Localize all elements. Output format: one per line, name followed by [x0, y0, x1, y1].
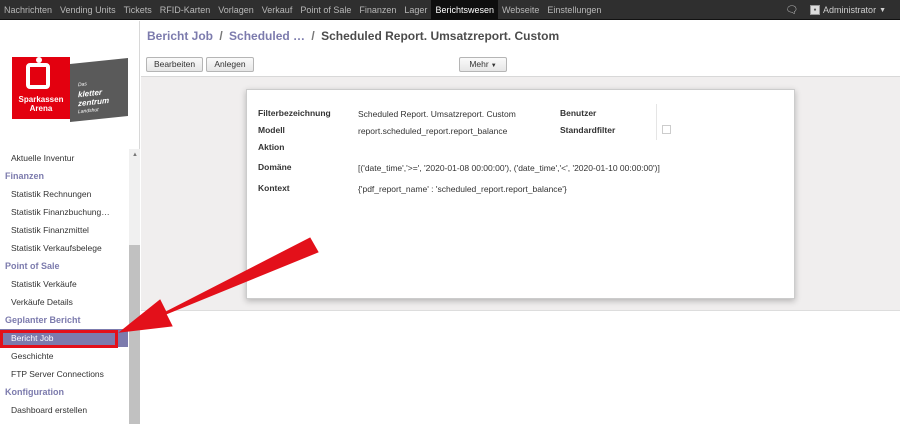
model-label: Modell — [258, 125, 285, 135]
highlight-box — [0, 330, 118, 348]
sidebar-menu: Aktuelle Inventur Finanzen Statistik Rechn… — [0, 149, 128, 424]
logo-brand-line1: Sparkassen — [18, 95, 64, 104]
menu-item-berichtswesen[interactable]: Berichtswesen — [431, 0, 498, 20]
sidebar-section-finanzen: Finanzen — [5, 171, 45, 181]
context-value: {'pdf_report_name' : 'scheduled_report.r… — [358, 184, 567, 194]
menu-item-lager[interactable]: Lager — [400, 0, 431, 20]
model-value: report.scheduled_report.report_balance — [358, 126, 508, 136]
edit-button[interactable]: Bearbeiten — [146, 57, 203, 72]
form-sheet: Filterbezeichnung Scheduled Report. Umsa… — [246, 89, 795, 299]
sidebar-section-point-of-sale: Point of Sale — [5, 261, 60, 271]
top-navigation-bar: Nachrichten Vending Units Tickets RFID-Kart… — [0, 0, 900, 20]
user-label: Benutzer — [560, 108, 597, 118]
breadcrumb-separator: / — [219, 29, 223, 43]
filter-name-label: Filterbezeichnung — [258, 108, 331, 118]
breadcrumb: Bericht Job / Scheduled … / Scheduled Re… — [147, 29, 559, 43]
logo-partner-text: Das kletter zentrum Landshut — [78, 78, 109, 117]
chat-bubbles-icon[interactable]: 🗨 — [785, 5, 798, 16]
sidebar-item-statistik-finanzmittel[interactable]: Statistik Finanzmittel — [0, 221, 128, 239]
user-name[interactable]: Administrator — [823, 5, 876, 15]
more-dropdown-button[interactable]: Mehr ▼ — [459, 57, 507, 72]
sidebar-item-verk-ufe-details[interactable]: Verkäufe Details — [0, 293, 128, 311]
more-button-label: Mehr — [469, 59, 489, 69]
action-label: Aktion — [258, 142, 285, 152]
default-filter-label: Standardfilter — [560, 125, 616, 135]
field-divider — [656, 104, 657, 140]
menu-item-finanzen[interactable]: Finanzen — [355, 0, 400, 20]
sidebar: Sparkassen Arena Das kletter zentrum Lan… — [0, 21, 140, 424]
menu-item-vorlagen[interactable]: Vorlagen — [214, 0, 258, 20]
sidebar-section-geplanter-bericht: Geplanter Bericht — [5, 315, 81, 325]
breadcrumb-separator: / — [311, 29, 315, 43]
company-logo[interactable]: Sparkassen Arena Das kletter zentrum Lan… — [12, 57, 128, 123]
logo-partner-sub: Landshut — [78, 107, 99, 116]
breadcrumb-link-scheduled[interactable]: Scheduled … — [229, 29, 305, 43]
default-filter-checkbox[interactable] — [662, 125, 671, 134]
menu-item-einstellungen[interactable]: Einstellungen — [543, 0, 605, 20]
sidebar-scrollbar-thumb[interactable] — [129, 245, 140, 424]
caret-down-icon: ▼ — [490, 63, 497, 69]
sidebar-item-geschichte[interactable]: Geschichte — [0, 347, 128, 365]
menu-item-webseite[interactable]: Webseite — [498, 0, 543, 20]
menu-item-tickets[interactable]: Tickets — [120, 0, 156, 20]
menu-item-verkauf[interactable]: Verkauf — [258, 0, 297, 20]
logo-brand-line2: Arena — [29, 104, 53, 113]
sidebar-item-ftp-server-connections[interactable]: FTP Server Connections — [0, 365, 128, 383]
sidebar-section-konfiguration: Konfiguration — [5, 387, 64, 397]
topbar-right: 🗨 ● Administrator ▼ — [785, 0, 886, 20]
context-label: Kontext — [258, 183, 290, 193]
filter-name-value: Scheduled Report. Umsatzreport. Custom — [358, 109, 516, 119]
sparkasse-s-icon — [26, 57, 50, 89]
menu-item-nachrichten[interactable]: Nachrichten — [0, 0, 56, 20]
main-menu: Nachrichten Vending Units Tickets RFID-Kart… — [0, 0, 605, 20]
sidebar-item-aktuelle-inventur[interactable]: Aktuelle Inventur — [0, 149, 128, 167]
domain-label: Domäne — [258, 162, 292, 172]
logo-grey-panel: Das kletter zentrum Landshut — [70, 57, 128, 123]
sidebar-item-statistik-verkaufsbelege[interactable]: Statistik Verkaufsbelege — [0, 239, 128, 257]
sidebar-item-statistik-finanzbuchung-[interactable]: Statistik Finanzbuchung… — [0, 203, 128, 221]
menu-item-point-of-sale[interactable]: Point of Sale — [296, 0, 355, 20]
breadcrumb-link-bericht-job[interactable]: Bericht Job — [147, 29, 213, 43]
sidebar-item-statistik-rechnungen[interactable]: Statistik Rechnungen — [0, 185, 128, 203]
menu-item-rfid-karten[interactable]: RFID-Karten — [156, 0, 215, 20]
menu-item-vending-units[interactable]: Vending Units — [56, 0, 120, 20]
logo-red-panel: Sparkassen Arena — [12, 57, 70, 119]
user-avatar-icon[interactable]: ● — [810, 5, 821, 15]
sidebar-item-statistik-verk-ufe[interactable]: Statistik Verkäufe — [0, 275, 128, 293]
caret-down-icon[interactable]: ▼ — [879, 7, 886, 14]
scroll-up-icon[interactable]: ▲ — [132, 152, 138, 158]
domain-value: [('date_time','>=', '2020-01-08 00:00:00… — [358, 163, 660, 173]
create-button[interactable]: Anlegen — [206, 57, 254, 72]
main-content: Bericht Job / Scheduled … / Scheduled Re… — [141, 21, 900, 424]
sidebar-item-dashboard-erstellen[interactable]: Dashboard erstellen — [0, 401, 128, 419]
page-title: Scheduled Report. Umsatzreport. Custom — [321, 29, 560, 43]
